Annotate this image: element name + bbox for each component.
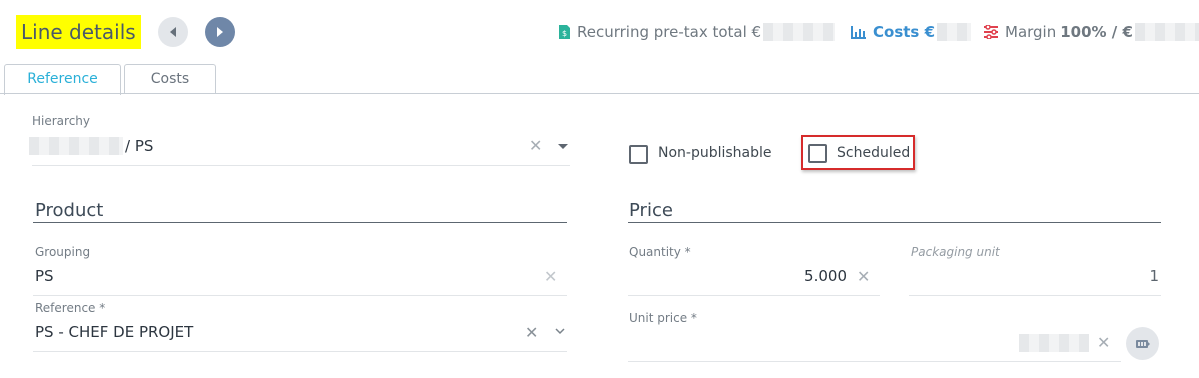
calculator-icon (1135, 339, 1150, 348)
redacted-value (29, 137, 123, 155)
packaging-unit-underline (909, 295, 1161, 296)
redacted-value (1134, 23, 1199, 41)
svg-text:$: $ (562, 29, 567, 38)
quantity-label: Quantity * (629, 245, 691, 259)
tab-costs[interactable]: Costs (124, 64, 216, 94)
recurring-total-label: Recurring pre-tax total € (577, 23, 762, 41)
packaging-unit-value: 1 (1149, 267, 1159, 285)
costs-label: Costs € (873, 23, 935, 41)
quantity-value[interactable]: 5.000 (629, 267, 847, 285)
price-divider (628, 222, 1161, 223)
previous-button[interactable] (158, 17, 188, 47)
product-divider (33, 222, 567, 223)
price-calculator-button[interactable] (1126, 327, 1159, 360)
tab-divider (0, 93, 1199, 94)
redacted-value (1019, 334, 1089, 352)
close-icon[interactable]: ✕ (1097, 333, 1110, 352)
price-heading: Price (629, 200, 673, 221)
hierarchy-label: Hierarchy (32, 114, 91, 128)
hierarchy-underline (32, 165, 570, 166)
sliders-icon (984, 25, 998, 39)
close-icon[interactable]: ✕ (529, 136, 542, 155)
unit-price-label: Unit price * (629, 311, 697, 325)
unit-price-underline (628, 361, 1121, 362)
scheduled-checkbox[interactable] (808, 144, 827, 163)
recurring-total: $ Recurring pre-tax total € (558, 20, 836, 44)
arrow-right-icon (217, 27, 223, 37)
caret-down-icon[interactable] (558, 144, 568, 149)
reference-label: Reference * (35, 301, 106, 315)
non-publishable-checkbox[interactable] (629, 145, 648, 164)
bar-chart-icon (851, 26, 866, 39)
hierarchy-value: / PS (125, 137, 154, 155)
scheduled-label: Scheduled (837, 145, 911, 161)
reference-value[interactable]: PS - CHEF DE PROJET (35, 323, 193, 341)
product-heading: Product (35, 200, 104, 221)
close-icon[interactable]: ✕ (544, 267, 557, 286)
grouping-underline (33, 295, 567, 296)
tab-reference[interactable]: Reference (4, 64, 121, 95)
quantity-underline (628, 295, 880, 296)
arrow-left-icon (170, 27, 176, 37)
costs-total: Costs € (851, 20, 971, 44)
grouping-label: Grouping (35, 245, 91, 259)
packaging-unit-label: Packaging unit (911, 245, 1000, 259)
grouping-value[interactable]: PS (35, 267, 54, 285)
invoice-icon: $ (559, 25, 570, 39)
margin-value: 100% / € (1060, 23, 1133, 41)
close-icon[interactable]: ✕ (525, 323, 538, 342)
next-button[interactable] (205, 17, 235, 47)
margin-label: Margin (1005, 23, 1057, 41)
redacted-value (937, 23, 971, 41)
reference-underline (33, 351, 567, 352)
close-icon[interactable]: ✕ (857, 267, 870, 286)
non-publishable-label: Non-publishable (658, 145, 772, 161)
margin-total: Margin 100% / € (983, 20, 1199, 44)
redacted-value (763, 23, 836, 41)
chevron-down-icon[interactable] (554, 327, 566, 336)
page-title: Line details (16, 15, 141, 49)
